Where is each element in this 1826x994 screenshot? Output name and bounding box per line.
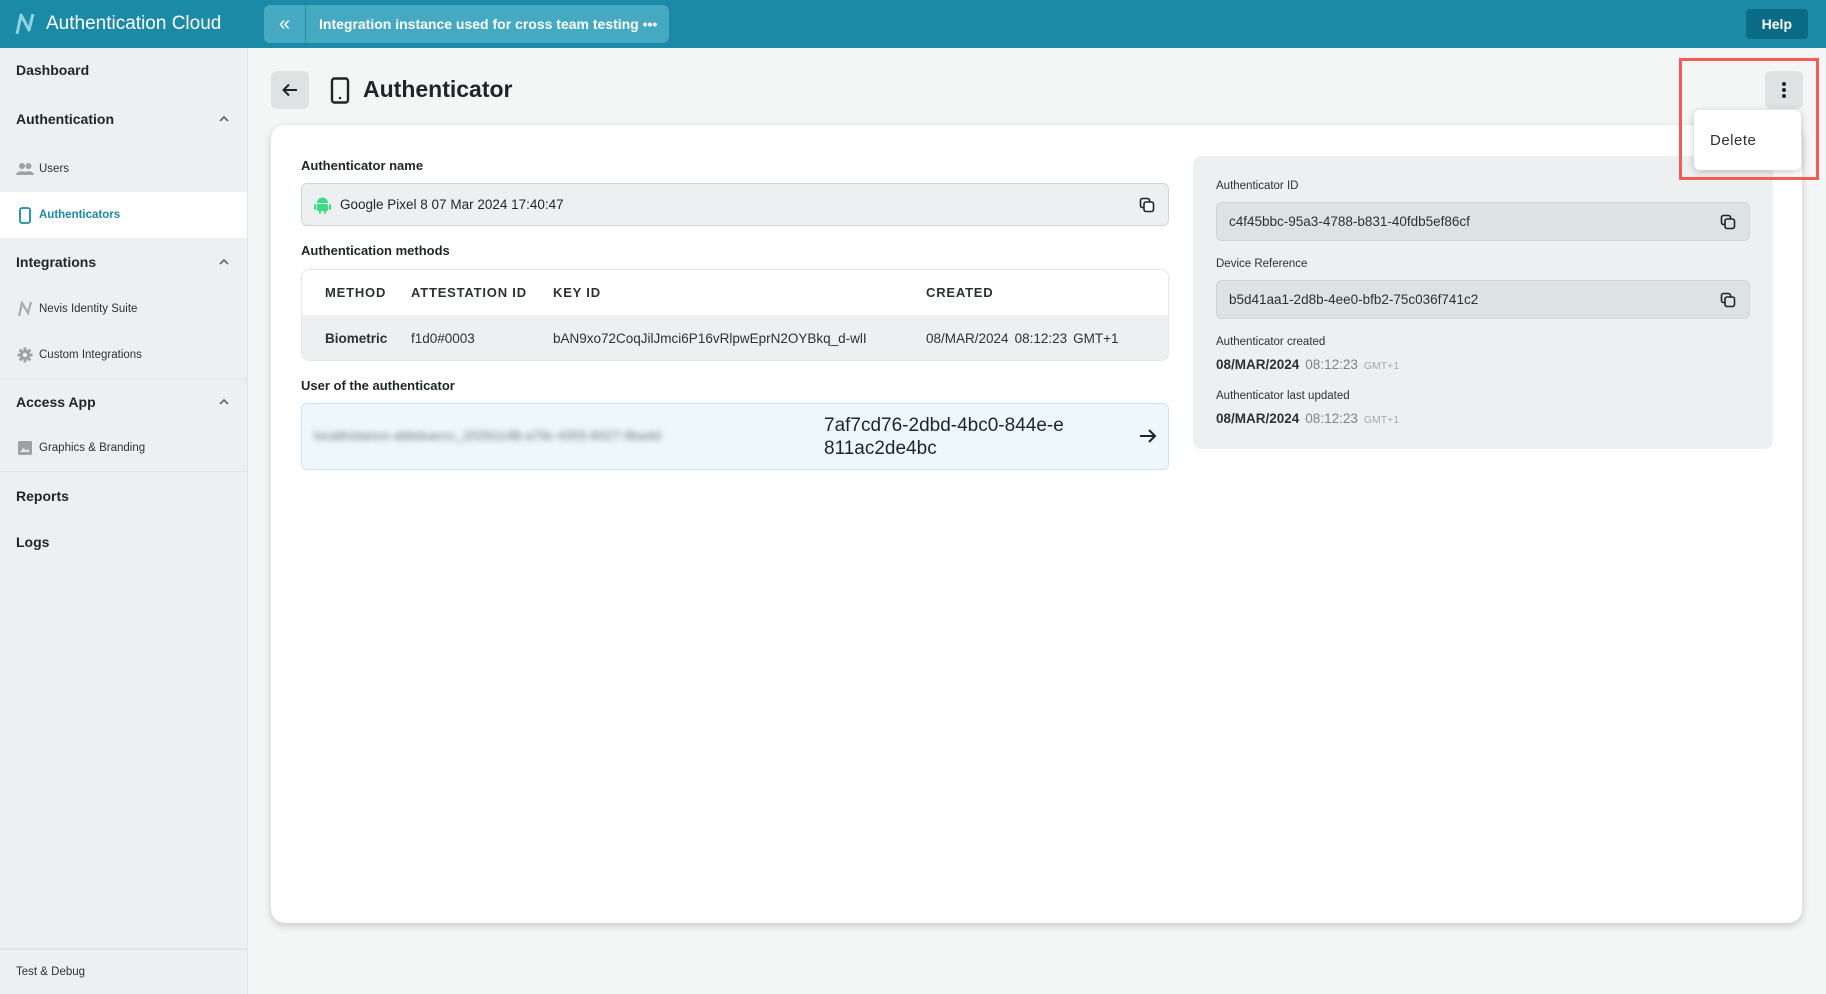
brand[interactable]: Authentication Cloud xyxy=(0,0,248,48)
sidebar-item-label: Graphics & Branding xyxy=(39,442,146,454)
chevron-up-icon xyxy=(219,398,229,405)
sidebar-item-label: Users xyxy=(39,163,70,175)
authenticator-id-field: c4f45bbc-95a3-4788-b831-40fdb5ef86cf xyxy=(1216,202,1750,241)
user-of-authenticator-label: User of the authenticator xyxy=(301,378,455,393)
created-time: 08:12:23 xyxy=(1305,357,1358,372)
created-time: 08:12:23 xyxy=(1014,330,1068,346)
authenticator-name-field: Google Pixel 8 07 Mar 2024 17:40:47 xyxy=(301,183,1169,226)
arrow-right-icon xyxy=(1140,429,1157,443)
app-title: Authentication Cloud xyxy=(46,13,222,34)
authenticator-name-label: Authenticator name xyxy=(301,158,424,173)
sidebar-item-nevis-identity-suite[interactable]: Nevis Identity Suite xyxy=(0,286,247,332)
phone-icon xyxy=(330,77,350,104)
instance-name[interactable]: Integration instance used for cross team… xyxy=(306,5,669,43)
authenticator-created-value: 08/MAR/2024 08:12:23 GMT+1 xyxy=(1216,357,1399,372)
sidebar-item-reports[interactable]: Reports xyxy=(0,472,247,520)
sidebar-item-label: Reports xyxy=(16,488,69,504)
copy-icon xyxy=(1720,292,1736,307)
copy-authenticator-id-button[interactable] xyxy=(1717,211,1739,233)
sidebar-section-label: Authentication xyxy=(16,111,114,127)
sidebar-section-label: Access App xyxy=(16,394,96,410)
more-options-button[interactable] xyxy=(1765,71,1803,109)
user-id: 7af7cd76-2dbd-4bc0-844e-e811ac2de4bc xyxy=(824,415,1064,459)
sidebar-item-label: Nevis Identity Suite xyxy=(39,303,138,315)
copy-device-reference-button[interactable] xyxy=(1717,289,1739,311)
image-icon xyxy=(16,439,34,457)
sidebar-item-label: Dashboard xyxy=(16,62,90,78)
device-reference-value: b5d41aa1-2d8b-4ee0-bfb2-75c036f741c2 xyxy=(1229,292,1479,307)
back-button[interactable] xyxy=(271,71,309,109)
user-name-blurred: localinstance-abbdxaccc_2029114B-a79c-43… xyxy=(314,428,661,443)
created-timezone: GMT+1 xyxy=(1363,360,1400,372)
created-date: 08/MAR/2024 xyxy=(926,330,1009,346)
sidebar-item-label: Custom Integrations xyxy=(39,349,142,361)
copy-icon xyxy=(1139,197,1155,212)
phone-icon xyxy=(16,206,34,224)
menu-item-delete[interactable]: Delete xyxy=(1710,132,1756,149)
sidebar-item-graphics-branding[interactable]: Graphics & Branding xyxy=(0,425,247,471)
updated-time: 08:12:23 xyxy=(1305,411,1358,426)
authenticator-created-label: Authenticator created xyxy=(1216,336,1326,348)
sidebar-item-label: Test & Debug xyxy=(16,966,86,978)
authentication-methods-table: METHOD ATTESTATION ID KEY ID CREATED Bio… xyxy=(301,269,1169,361)
created-date: 08/MAR/2024 xyxy=(1216,357,1300,372)
more-options-menu: Delete xyxy=(1694,110,1801,170)
gear-icon xyxy=(16,346,34,364)
sidebar-item-dashboard[interactable]: Dashboard xyxy=(0,48,247,92)
authenticator-details-card: Authenticator name Google Pixel 8 07 Mar… xyxy=(271,125,1802,923)
authenticator-last-updated-value: 08/MAR/2024 08:12:23 GMT+1 xyxy=(1216,411,1399,426)
table-row[interactable]: Biometric f1d0#0003 bAN9xo72CoqJilJmci6P… xyxy=(302,315,1168,360)
nevis-logo-icon xyxy=(15,13,35,35)
more-vertical-icon xyxy=(1782,82,1786,98)
sidebar-item-custom-integrations[interactable]: Custom Integrations xyxy=(0,332,247,378)
arrow-left-icon xyxy=(282,83,297,97)
nevis-logo-icon xyxy=(16,300,34,318)
device-reference-field: b5d41aa1-2d8b-4ee0-bfb2-75c036f741c2 xyxy=(1216,280,1750,319)
updated-timezone: GMT+1 xyxy=(1363,414,1400,426)
created-timezone: GMT+1 xyxy=(1073,330,1119,346)
sidebar-item-test-debug[interactable]: Test & Debug xyxy=(0,948,247,994)
help-button[interactable]: Help xyxy=(1745,9,1808,39)
authenticator-id-value: c4f45bbc-95a3-4788-b831-40fdb5ef86cf xyxy=(1229,214,1470,229)
users-icon xyxy=(16,160,34,178)
page-title: Authenticator xyxy=(363,76,513,102)
column-header-key-id[interactable]: KEY ID xyxy=(553,285,601,300)
authentication-methods-label: Authentication methods xyxy=(301,243,450,258)
authenticator-info-panel: Authenticator ID c4f45bbc-95a3-4788-b831… xyxy=(1193,156,1773,449)
sidebar-item-users[interactable]: Users xyxy=(0,146,247,192)
column-header-attestation-id[interactable]: ATTESTATION ID xyxy=(411,285,527,300)
method-cell: Biometric xyxy=(325,330,388,346)
sidebar-item-authenticators[interactable]: Authenticators xyxy=(0,192,247,238)
sidebar-item-label: Logs xyxy=(16,534,50,550)
android-icon xyxy=(314,197,331,214)
authenticator-id-label: Authenticator ID xyxy=(1216,180,1299,192)
double-chevron-left-icon: « xyxy=(278,12,291,35)
sidebar-item-logs[interactable]: Logs xyxy=(0,520,247,564)
sidebar-section-authentication[interactable]: Authentication xyxy=(0,92,247,146)
authenticator-name-value: Google Pixel 8 07 Mar 2024 17:40:47 xyxy=(340,197,564,212)
key-id-cell: bAN9xo72CoqJilJmci6P16vRlpwEprN2OYBkq_d-… xyxy=(553,330,867,346)
table-header: METHOD ATTESTATION ID KEY ID CREATED xyxy=(302,270,1168,315)
created-cell: 08/MAR/2024 08:12:23 GMT+1 xyxy=(926,331,1119,346)
updated-date: 08/MAR/2024 xyxy=(1216,411,1300,426)
copy-name-button[interactable] xyxy=(1136,194,1158,216)
user-link[interactable]: localinstance-abbdxaccc_2029114B-a79c-43… xyxy=(301,403,1169,470)
chevron-up-icon xyxy=(219,258,229,265)
chevron-up-icon xyxy=(219,115,229,122)
sidebar-item-label: Authenticators xyxy=(39,209,121,221)
device-reference-label: Device Reference xyxy=(1216,258,1308,270)
collapse-sidebar-button[interactable]: « xyxy=(264,5,306,43)
authenticator-last-updated-label: Authenticator last updated xyxy=(1216,390,1350,402)
sidebar-section-access-app[interactable]: Access App xyxy=(0,379,247,425)
copy-icon xyxy=(1720,214,1736,229)
column-header-created[interactable]: CREATED xyxy=(926,285,993,300)
instance-selector[interactable]: « Integration instance used for cross te… xyxy=(264,5,670,43)
attestation-id-cell: f1d0#0003 xyxy=(411,330,475,346)
column-header-method[interactable]: METHOD xyxy=(325,285,386,300)
top-bar: Authentication Cloud « Integration insta… xyxy=(0,0,1826,48)
sidebar-section-integrations[interactable]: Integrations xyxy=(0,238,247,286)
sidebar-section-label: Integrations xyxy=(16,254,97,270)
sidebar: Dashboard Authentication Users Authentic… xyxy=(0,48,248,994)
